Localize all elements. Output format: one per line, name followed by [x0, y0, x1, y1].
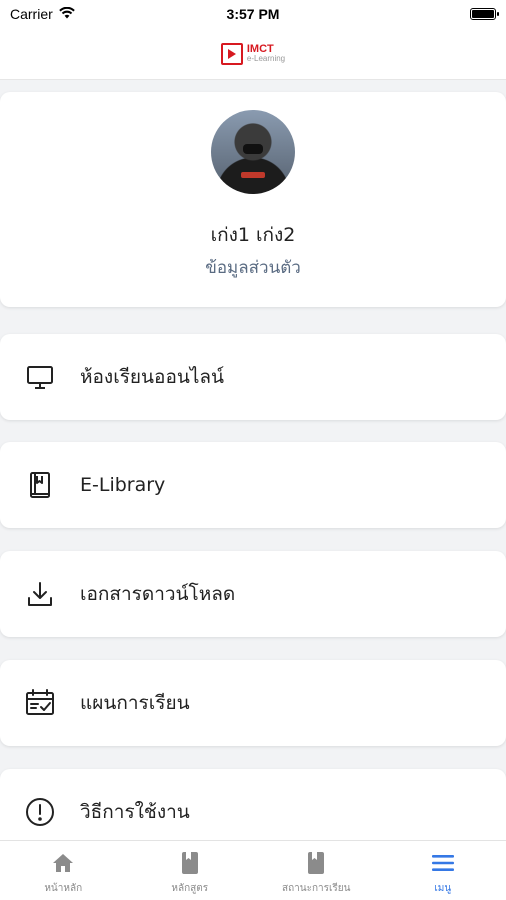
menu-item-label: วิธีการใช้งาน — [80, 801, 190, 823]
tab-label: เมนู — [434, 883, 452, 894]
tab-courses[interactable]: หลักสูตร — [127, 841, 254, 900]
logo-mark-icon — [220, 42, 243, 65]
bottom-tab-bar: หน้าหลัก หลักสูตร สถานะการเรียน เมนู — [0, 840, 506, 900]
info-icon — [24, 796, 56, 828]
tab-label: สถานะการเรียน — [281, 883, 351, 894]
download-icon — [24, 578, 56, 610]
status-bar: Carrier 3:57 PM — [0, 0, 506, 28]
tab-menu[interactable]: เมนู — [380, 841, 506, 900]
menu-item-download-documents[interactable]: เอกสารดาวน์โหลด — [0, 551, 506, 637]
monitor-icon — [24, 361, 56, 393]
hamburger-menu-icon — [431, 851, 455, 875]
menu-item-label: ห้องเรียนออนไลน์ — [80, 366, 225, 388]
menu-item-label: E-Library — [80, 474, 166, 496]
book-icon — [24, 469, 56, 501]
menu-item-label: แผนการเรียน — [80, 692, 190, 714]
tab-home[interactable]: หน้าหลัก — [0, 841, 127, 900]
personal-info-link[interactable]: ข้อมูลส่วนตัว — [0, 254, 506, 281]
menu-item-label: เอกสารดาวน์โหลด — [80, 583, 236, 605]
book-icon — [304, 851, 328, 875]
tab-label: หน้าหลัก — [44, 883, 83, 894]
home-icon — [51, 851, 75, 875]
book-icon — [178, 851, 202, 875]
menu-item-study-plan[interactable]: แผนการเรียน — [0, 660, 506, 746]
tab-label: หลักสูตร — [171, 883, 209, 894]
logo-subtitle: e-Learning — [246, 54, 286, 63]
profile-name: เก่ง1 เก่ง2 — [210, 224, 296, 246]
menu-item-online-classroom[interactable]: ห้องเรียนออนไลน์ — [0, 334, 506, 420]
menu-item-e-library[interactable]: E-Library — [0, 442, 506, 528]
app-header: IMCT e-Learning — [0, 28, 506, 80]
battery-icon — [470, 8, 499, 20]
avatar[interactable] — [211, 110, 295, 194]
status-time: 3:57 PM — [226, 6, 280, 22]
profile-card: เก่ง1 เก่ง2 ข้อมูลส่วนตัว — [0, 92, 506, 307]
app-logo: IMCT e-Learning — [220, 42, 286, 65]
calendar-check-icon — [24, 687, 56, 719]
tab-learning-status[interactable]: สถานะการเรียน — [253, 841, 380, 900]
